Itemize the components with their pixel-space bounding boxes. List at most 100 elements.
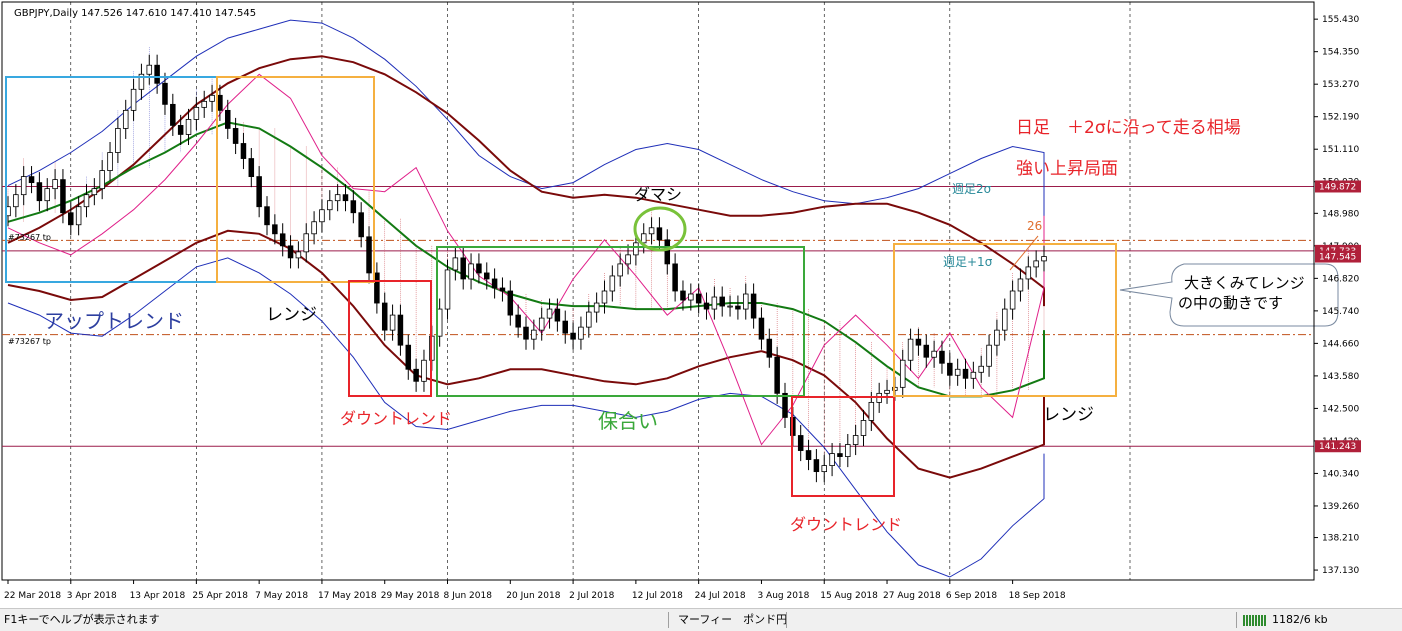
candle-body xyxy=(68,212,74,226)
candle-body xyxy=(240,143,247,159)
candle-body xyxy=(342,194,349,202)
ea-label-1: #73267 tp xyxy=(8,233,51,242)
help-text: F1キーでヘルプが表示されます xyxy=(4,613,160,626)
plot-frame xyxy=(1,1,1315,581)
candle-body xyxy=(44,188,50,202)
candle-body xyxy=(719,296,725,307)
candle-body xyxy=(797,435,804,451)
range-label-2: レンジ xyxy=(1043,405,1094,425)
x-tick-label: 3 Aug 2018 xyxy=(757,591,809,601)
candle-body xyxy=(978,365,984,373)
candle-body xyxy=(821,465,827,473)
price-chart[interactable]: GBPJPY,Daily 147.526 147.610 147.410 147… xyxy=(0,0,1402,606)
candle-body xyxy=(640,233,647,244)
candle-body xyxy=(264,206,270,226)
candle-body xyxy=(358,212,364,238)
candle-body xyxy=(672,263,678,292)
candle-body xyxy=(232,128,239,144)
x-tick-label: 8 Jun 2018 xyxy=(444,591,493,601)
x-tick-label: 12 Jul 2018 xyxy=(632,591,683,601)
candle-body xyxy=(13,194,19,208)
x-tick-label: 29 May 2018 xyxy=(381,591,440,601)
candle-body xyxy=(947,362,953,376)
candle-body xyxy=(813,459,820,473)
ea-label-2: #73267 tp xyxy=(8,337,51,346)
candle-body xyxy=(272,224,278,235)
candle-body xyxy=(36,182,43,202)
candle-body xyxy=(107,152,113,171)
candle-body xyxy=(523,326,529,340)
price-tag-label: 141.243 xyxy=(1319,442,1356,452)
candle-body xyxy=(374,272,380,304)
candle-body xyxy=(1017,278,1024,292)
candle-body xyxy=(248,158,255,178)
y-tick-label: 154.350 xyxy=(1322,48,1359,58)
candle-body xyxy=(735,305,741,310)
x-tick-label: 15 Aug 2018 xyxy=(820,591,878,601)
candle-body xyxy=(743,293,749,310)
connection-bars-icon xyxy=(1243,615,1267,626)
candle-body xyxy=(60,179,66,214)
candle-body xyxy=(468,263,474,280)
chart-area[interactable]: GBPJPY,Daily 147.526 147.610 147.410 147… xyxy=(0,0,1402,606)
traffic-text: 1182/6 kb xyxy=(1272,613,1328,626)
candle-body xyxy=(146,64,153,75)
candle-body xyxy=(578,326,584,340)
candle-body xyxy=(52,179,58,190)
symbol-header: GBPJPY,Daily 147.526 147.610 147.410 147… xyxy=(14,8,256,19)
candle-body xyxy=(774,356,780,394)
range-label-1: レンジ xyxy=(266,305,317,325)
x-tick-label: 17 May 2018 xyxy=(318,591,377,601)
x-tick-label: 13 Apr 2018 xyxy=(130,591,186,601)
candle-body xyxy=(688,293,694,301)
candle-body xyxy=(899,359,906,388)
arrow-count-label: 26 xyxy=(1027,219,1042,233)
y-tick-label: 142.500 xyxy=(1322,404,1359,414)
candle-body xyxy=(217,94,223,111)
candle-body xyxy=(115,128,121,153)
candle-body xyxy=(170,103,176,126)
candle-body xyxy=(20,176,27,196)
candle-body xyxy=(531,329,537,340)
x-tick-label: 18 Sep 2018 xyxy=(1009,591,1066,601)
x-tick-label: 25 Apr 2018 xyxy=(192,591,248,601)
candle-body xyxy=(162,82,168,105)
candle-body xyxy=(562,320,568,334)
candle-body xyxy=(460,257,466,280)
candle-body xyxy=(845,444,851,457)
y-tick-label: 137.130 xyxy=(1322,566,1359,576)
candle-body xyxy=(413,368,419,382)
candle-body xyxy=(954,368,961,376)
downtrend-label-1: ダウントレンド xyxy=(340,409,452,428)
y-tick-label: 153.270 xyxy=(1322,80,1359,90)
x-tick-label: 27 Aug 2018 xyxy=(883,591,941,601)
y-tick-label: 143.580 xyxy=(1322,372,1359,382)
candle-body xyxy=(287,245,294,259)
weekly-1sigma-label: 週足+1σ xyxy=(943,255,993,269)
candle-body xyxy=(633,242,639,256)
candle-body xyxy=(970,371,977,379)
candle-body xyxy=(1025,266,1032,280)
candle-body xyxy=(907,338,914,361)
candle-body xyxy=(766,338,773,358)
candle-body xyxy=(931,350,937,358)
consolidation-label: 保合い xyxy=(598,409,658,433)
candle-body xyxy=(758,317,765,340)
y-tick-label: 138.210 xyxy=(1322,534,1359,544)
y-tick-label: 139.260 xyxy=(1322,502,1359,512)
candle-body xyxy=(75,206,82,226)
price-tag-label: 149.872 xyxy=(1319,182,1356,192)
candle-body xyxy=(476,263,482,274)
x-tick-label: 22 Mar 2018 xyxy=(4,591,61,601)
candle-body xyxy=(366,236,372,274)
candle-body xyxy=(499,287,506,292)
candle-body xyxy=(546,308,553,319)
candle-body xyxy=(554,308,561,322)
fake-label: ダマシ xyxy=(634,185,682,204)
candle-body xyxy=(507,290,514,316)
candle-body xyxy=(727,305,733,308)
candle-body xyxy=(805,450,812,460)
candle-body xyxy=(83,194,90,208)
candle-body xyxy=(209,94,215,102)
price-tag-label: 147.545 xyxy=(1319,253,1356,263)
